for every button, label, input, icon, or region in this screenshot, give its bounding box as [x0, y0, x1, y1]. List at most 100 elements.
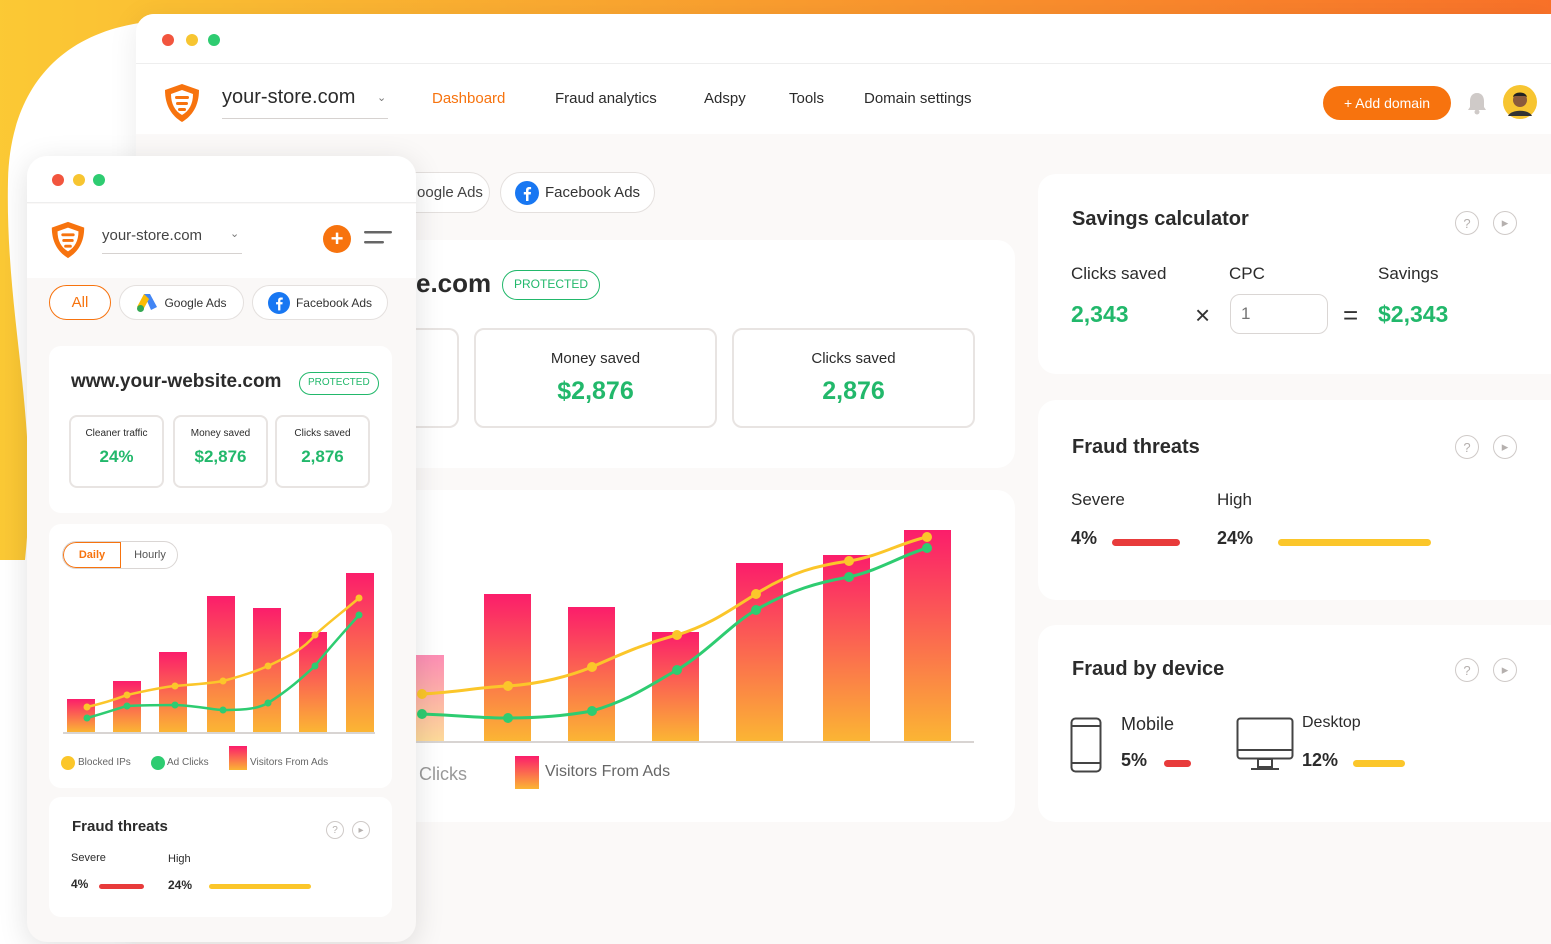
- filter-facebook-ads[interactable]: Facebook Ads: [500, 172, 655, 213]
- stat-clicks-saved: Clicks saved 2,876: [732, 328, 975, 428]
- legend-visitors-from-ads: Visitors From Ads: [250, 757, 329, 768]
- play-icon[interactable]: ▸: [1493, 435, 1517, 459]
- severe-value: 4%: [1071, 528, 1098, 548]
- play-icon[interactable]: ▸: [1493, 658, 1517, 682]
- shield-logo-icon: [51, 221, 85, 259]
- chart-point: [83, 714, 91, 722]
- chart-point: [219, 677, 227, 685]
- clicks-saved-value: 2,343: [1071, 301, 1129, 327]
- maximize-window-dot[interactable]: [93, 174, 105, 186]
- help-icon[interactable]: ?: [1455, 658, 1479, 682]
- traffic-chart: [416, 530, 974, 789]
- chart-point: [751, 589, 761, 599]
- chart-point: [672, 630, 682, 640]
- help-icon[interactable]: ?: [1455, 435, 1479, 459]
- card-title: Fraud by device: [1072, 658, 1225, 680]
- cpc-input[interactable]: [1230, 294, 1328, 334]
- close-window-dot[interactable]: [52, 174, 64, 186]
- mobile-fraud-threats-card: Fraud threats ? ▸ Severe High 4% 24%: [49, 797, 392, 917]
- high-bar: [209, 884, 311, 889]
- domain-text: your-store.com: [222, 86, 356, 108]
- severe-label: Severe: [71, 852, 106, 864]
- nav-tools[interactable]: Tools: [789, 90, 824, 107]
- mobile-value: 5%: [1121, 750, 1148, 770]
- fraud-by-device-card: Fraud by device ? ▸ Mobile 5% Desktop 12…: [1038, 625, 1551, 822]
- high-value: 24%: [1217, 528, 1254, 548]
- chart-point: [311, 631, 319, 639]
- chart-point: [264, 699, 272, 707]
- chart-point: [587, 706, 597, 716]
- chart-point: [417, 709, 427, 719]
- menu-icon[interactable]: [364, 230, 392, 246]
- severe-bar: [1112, 539, 1180, 546]
- chart-point: [672, 665, 682, 675]
- chart-bar: [904, 530, 951, 741]
- add-domain-plus-button[interactable]: +: [323, 225, 351, 253]
- site-title: e.com: [416, 268, 492, 298]
- stat-money-saved: Money saved $2,876: [173, 415, 268, 488]
- nav-domain-settings[interactable]: Domain settings: [864, 90, 972, 107]
- chart-point: [355, 611, 363, 619]
- minimize-window-dot[interactable]: [73, 174, 85, 186]
- chart-point: [922, 532, 932, 542]
- facebook-icon: [267, 291, 290, 314]
- stat-label: Money saved: [190, 428, 251, 439]
- chart-bar: [823, 555, 870, 741]
- times-sign: ×: [1195, 300, 1211, 330]
- legend-ad-clicks: Ad Clicks: [167, 757, 209, 768]
- chart-point: [587, 662, 597, 672]
- mobile-phone-icon: [1070, 717, 1102, 773]
- fraud-threats-card: Fraud threats ? ▸ Severe High 4% 24%: [1038, 400, 1551, 600]
- nav-fraud-analytics[interactable]: Fraud analytics: [555, 90, 657, 107]
- chart-point: [751, 605, 761, 615]
- chart-point: [844, 556, 854, 566]
- maximize-window-dot[interactable]: [208, 34, 220, 46]
- savings-label: Savings: [1378, 264, 1439, 283]
- severe-value: 4%: [71, 877, 89, 891]
- close-window-dot[interactable]: [162, 34, 174, 46]
- card-title: Fraud threats: [1072, 436, 1200, 458]
- savings-calculator-card: Savings calculator ? ▸ Clicks saved CPC …: [1038, 174, 1551, 374]
- help-icon[interactable]: ?: [1455, 211, 1479, 235]
- domain-selector[interactable]: your-store.com ⌄: [222, 86, 388, 119]
- savings-value: $2,343: [1378, 301, 1449, 327]
- bell-icon[interactable]: [1466, 91, 1488, 115]
- nav-dashboard[interactable]: Dashboard: [432, 90, 505, 107]
- filter-google-ads[interactable]: Google Ads: [119, 285, 244, 320]
- chart-point: [123, 702, 131, 710]
- stat-value: 24%: [99, 447, 134, 466]
- chart-bar: [67, 699, 95, 732]
- protected-badge: PROTECTED: [299, 372, 379, 395]
- legend-ad-clicks: l Clicks: [410, 764, 467, 784]
- stat-money-saved: Money saved $2,876: [474, 328, 717, 428]
- chart-point: [355, 594, 363, 602]
- filter-all[interactable]: All: [49, 285, 111, 320]
- traffic-chart-card: l Clicks Visitors From Ads: [380, 490, 1015, 822]
- facebook-icon: [514, 180, 539, 205]
- mobile-domain-selector[interactable]: your-store.com ⌄: [102, 225, 242, 254]
- legend-ad-clicks-swatch: [151, 756, 165, 770]
- stat-label: Money saved: [550, 350, 641, 367]
- filter-google-ads-label: Google Ads: [164, 295, 227, 310]
- stat-value: 2,876: [822, 377, 885, 405]
- play-icon[interactable]: ▸: [352, 821, 370, 839]
- google-ads-icon: [137, 293, 158, 312]
- avatar[interactable]: [1503, 85, 1537, 119]
- chart-point: [503, 713, 513, 723]
- mobile-traffic-chart: [61, 573, 375, 770]
- minimize-window-dot[interactable]: [186, 34, 198, 46]
- chart-point: [844, 572, 854, 582]
- chart-point: [171, 701, 179, 709]
- chart-point: [417, 689, 427, 699]
- nav-adspy[interactable]: Adspy: [704, 90, 746, 107]
- stat-value: $2,876: [194, 447, 247, 466]
- filter-facebook-ads-label: Facebook Ads: [544, 184, 641, 201]
- site-overview-card: e.com PROTECTED Money saved $2,876 Click…: [380, 240, 1015, 468]
- chevron-down-icon: ⌄: [377, 92, 387, 104]
- filter-facebook-ads[interactable]: Facebook Ads: [252, 285, 388, 320]
- help-icon[interactable]: ?: [326, 821, 344, 839]
- add-domain-button[interactable]: + Add domain: [1323, 86, 1451, 120]
- play-icon[interactable]: ▸: [1493, 211, 1517, 235]
- window-titlebar: [136, 14, 1551, 64]
- chart-point: [123, 691, 131, 699]
